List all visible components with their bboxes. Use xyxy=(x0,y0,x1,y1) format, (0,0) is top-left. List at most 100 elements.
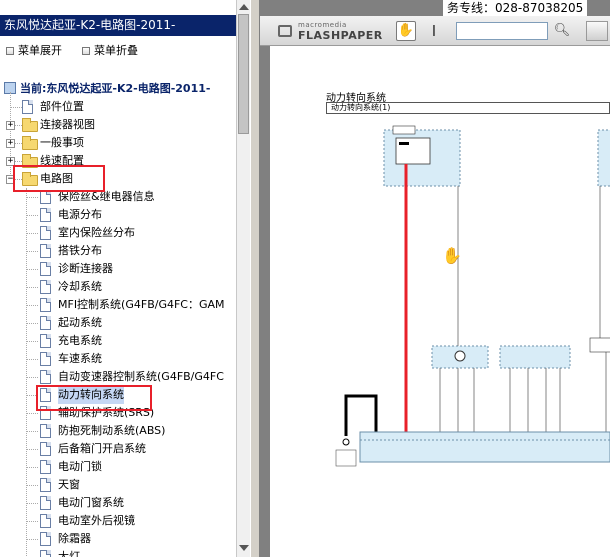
tree-guide-h xyxy=(26,197,38,198)
collapse-icon xyxy=(82,47,90,55)
search-input[interactable] xyxy=(456,22,548,40)
sensor-component xyxy=(499,345,571,369)
tree-root[interactable]: 当前:东风悦达起亚-K2-电路图-2011- xyxy=(4,80,210,98)
tree-guide-h xyxy=(26,539,38,540)
document-page: 动力转向系统 动力转向系统(1) ✋ xyxy=(270,46,610,557)
fuse-element xyxy=(395,137,431,165)
tree-item-circuit[interactable]: 室内保险丝分布 xyxy=(58,224,135,242)
tree-item-circuit[interactable]: 车速系统 xyxy=(58,350,102,368)
expand-menu-label: 菜单展开 xyxy=(18,44,62,57)
tree-item-circuit[interactable]: 电动室外后视镜 xyxy=(58,512,135,530)
tree-guide-h xyxy=(26,251,38,252)
hand-tool-icon[interactable]: ✋ xyxy=(396,21,416,41)
tree-guide xyxy=(26,188,27,557)
tree-guide-h xyxy=(26,215,38,216)
tree-item-circuit[interactable]: MFI控制系统(G4FB/G4FC：GAM xyxy=(58,296,225,314)
tree-guide-h xyxy=(26,485,38,486)
document-icon xyxy=(40,442,51,456)
highlight-box-circuit-folder xyxy=(13,165,105,192)
scroll-down-arrow-icon[interactable] xyxy=(239,545,249,551)
document-icon xyxy=(40,424,51,438)
expand-icon xyxy=(6,47,14,55)
collapse-menu-label: 菜单折叠 xyxy=(94,44,138,57)
document-icon xyxy=(40,550,51,557)
folder-icon xyxy=(22,118,38,132)
tree-item-circuit[interactable]: 电动门锁 xyxy=(58,458,102,476)
window-title: 东风悦达起亚-K2-电路图-2011- xyxy=(0,15,236,36)
app-window: 东风悦达起亚-K2-电路图-2011- 菜单展开 菜单折叠 当前:东风悦达起亚-… xyxy=(0,0,610,557)
document-icon xyxy=(40,244,51,258)
tree-item-circuit[interactable]: 冷却系统 xyxy=(58,278,102,296)
tree-item-circuit[interactable]: 后备箱门开启系统 xyxy=(58,440,146,458)
flashpaper-toolbar: macromedia FLASHPAPER ✋ I 🔍︎ xyxy=(260,16,610,46)
right-component xyxy=(597,129,610,187)
folder-icon xyxy=(22,136,38,150)
tree-guide-h xyxy=(26,521,38,522)
tree-item-folder-general[interactable]: 一般事项 xyxy=(40,134,84,152)
tree-view: 当前:东风悦达起亚-K2-电路图-2011- 部件位置 + 连接器视图 + 一般事项 + 线速… xyxy=(0,70,236,557)
tree-item-circuit[interactable]: 起动系统 xyxy=(58,314,102,332)
document-icon xyxy=(40,316,51,330)
tree-scrollbar[interactable] xyxy=(236,0,250,557)
document-icon xyxy=(40,532,51,546)
tree-item-circuit[interactable]: 电源分布 xyxy=(58,206,102,224)
expand-toggle-icon[interactable]: + xyxy=(6,121,15,130)
expand-menu-button[interactable]: 菜单展开 xyxy=(6,43,62,59)
tree-item-circuit[interactable]: 充电系统 xyxy=(58,332,102,350)
document-icon xyxy=(40,496,51,510)
tree-root-label: 当前:东风悦达起亚-K2-电路图-2011- xyxy=(20,82,211,95)
brand-small: macromedia xyxy=(298,21,347,29)
highlight-box-power-steering xyxy=(36,385,152,411)
tree-item-circuit[interactable]: 诊断连接器 xyxy=(58,260,113,278)
text-select-icon[interactable]: I xyxy=(428,21,440,41)
tree-item-folder-connectors[interactable]: 连接器视图 xyxy=(40,116,95,134)
tree-item-circuit[interactable]: 电动门窗系统 xyxy=(58,494,124,512)
tree-item-doc-parts[interactable]: 部件位置 xyxy=(40,98,84,116)
expand-toggle-icon[interactable]: + xyxy=(6,139,15,148)
flashpaper-mark-icon xyxy=(278,25,292,37)
pane-splitter[interactable] xyxy=(250,0,260,557)
navigation-pane: 东风悦达起亚-K2-电路图-2011- 菜单展开 菜单折叠 当前:东风悦达起亚-… xyxy=(0,0,236,557)
document-icon xyxy=(40,334,51,348)
hand-cursor-icon: ✋ xyxy=(442,246,462,265)
right-connector xyxy=(589,337,610,353)
tree-item-circuit[interactable]: 搭铁分布 xyxy=(58,242,102,260)
collapse-menu-button[interactable]: 菜单折叠 xyxy=(82,43,138,59)
fuse-symbol xyxy=(399,142,409,145)
scroll-thumb[interactable] xyxy=(238,14,249,134)
tree-guide-h xyxy=(26,377,38,378)
ground-wire xyxy=(344,394,378,436)
tree-item-circuit[interactable]: 天窗 xyxy=(58,476,80,494)
document-icon xyxy=(40,280,51,294)
service-hotline: 务专线：028-87038205 xyxy=(443,0,588,16)
component-tag xyxy=(392,125,416,135)
document-icon xyxy=(40,514,51,528)
document-icon xyxy=(40,478,51,492)
tree-guide-h xyxy=(26,413,38,414)
tree-item-circuit[interactable]: 除霜器 xyxy=(58,530,91,548)
tree-guide-h xyxy=(26,503,38,504)
ground-terminal xyxy=(342,438,350,446)
document-icon xyxy=(40,262,51,276)
magnifier-icon[interactable]: 🔍︎ xyxy=(552,21,572,41)
ground-label-box xyxy=(335,449,357,467)
document-icon xyxy=(40,190,51,204)
tree-item-circuit[interactable]: 防抱死制动系统(ABS) xyxy=(58,422,165,440)
tree-guide-h xyxy=(26,323,38,324)
document-icon xyxy=(22,100,33,114)
document-icon xyxy=(40,208,51,222)
tree-guide-h xyxy=(26,269,38,270)
scroll-up-arrow-icon[interactable] xyxy=(239,4,249,10)
toolbar-more-button[interactable] xyxy=(586,21,608,41)
document-icon xyxy=(40,370,51,384)
document-viewer: macromedia FLASHPAPER ✋ I 🔍︎ 动力转向系统 动力转向… xyxy=(260,0,610,557)
tree-guide-h xyxy=(26,431,38,432)
tree-guide-h xyxy=(26,287,38,288)
tree-item-circuit[interactable]: 自动变速器控制系统(G4FB/G4FC xyxy=(58,368,224,386)
tree-guide-h xyxy=(26,359,38,360)
tree-guide-h xyxy=(26,449,38,450)
document-icon xyxy=(40,226,51,240)
tree-guide-h xyxy=(26,305,38,306)
tree-item-circuit[interactable]: 大灯 xyxy=(58,548,80,557)
flashpaper-logo: macromedia FLASHPAPER xyxy=(270,21,390,42)
